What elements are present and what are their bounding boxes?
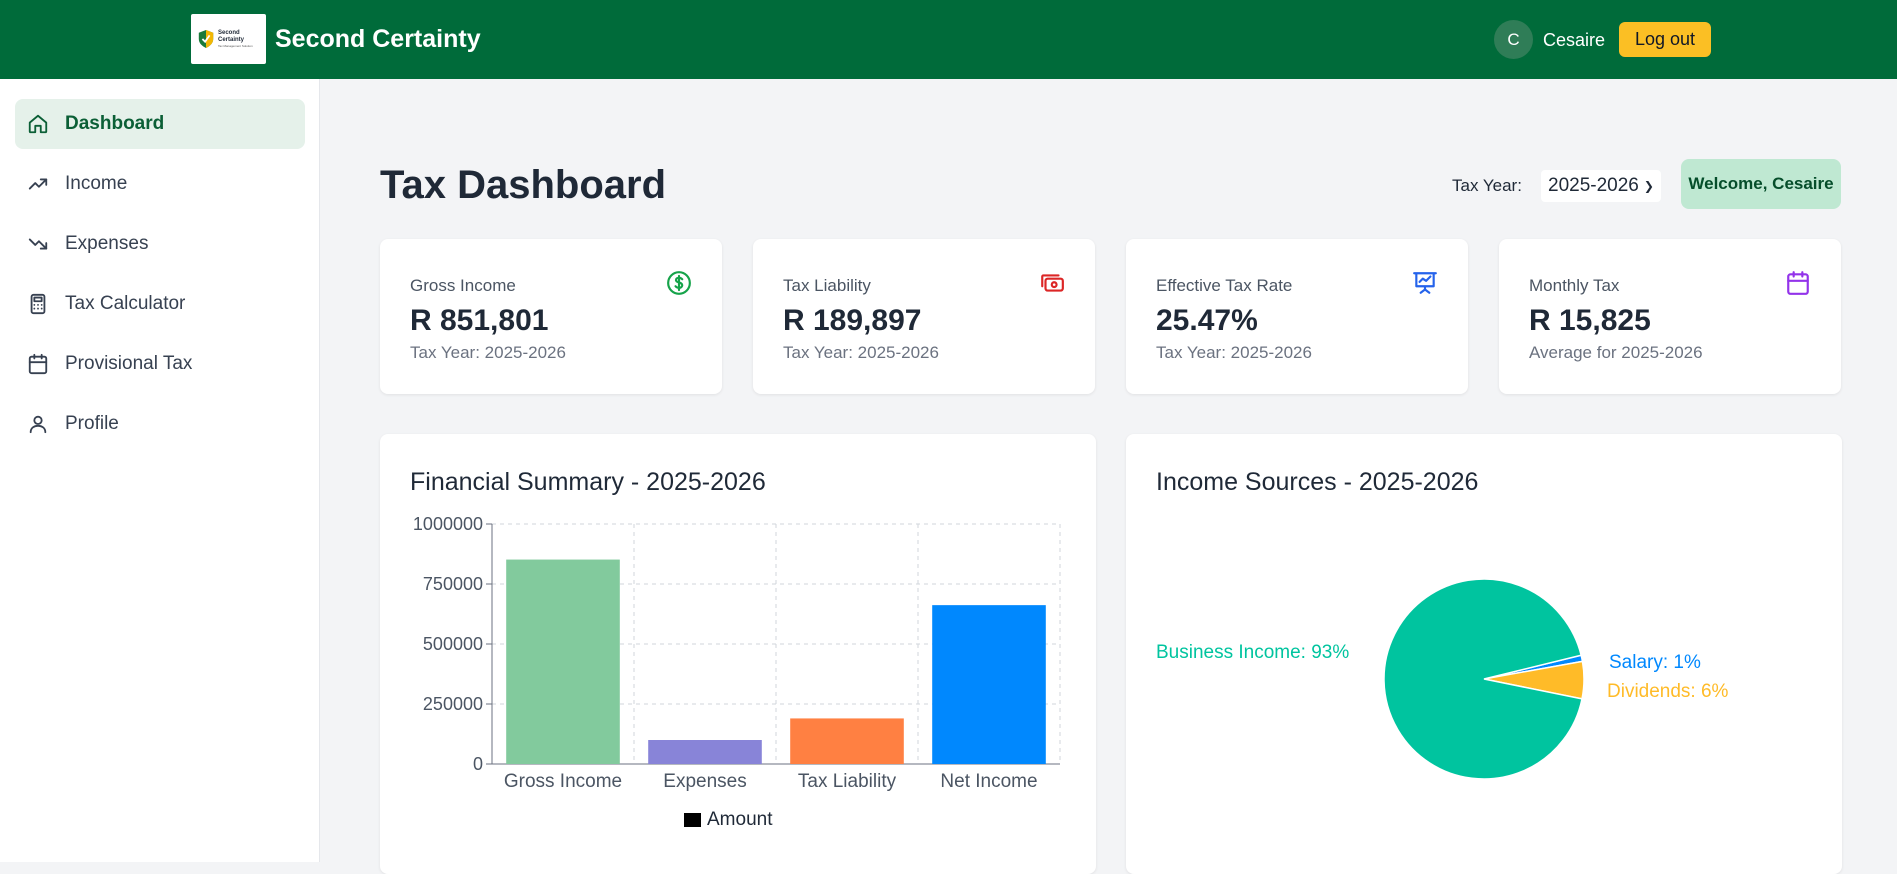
stat-value: 25.47% — [1156, 304, 1258, 337]
dollar-circle-icon — [667, 271, 691, 295]
tax-year-label: Tax Year: — [1452, 176, 1522, 195]
sidebar-item-label: Provisional Tax — [65, 353, 193, 374]
legend-swatch — [684, 813, 701, 827]
tax-year-value: 2025-2026 — [1548, 175, 1639, 196]
stat-subtitle: Tax Year: 2025-2026 — [783, 343, 939, 362]
stat-value: R 189,897 — [783, 304, 922, 337]
y-tick-label: 0 — [473, 754, 483, 774]
bar[interactable] — [506, 559, 620, 764]
avatar[interactable]: C — [1494, 20, 1533, 59]
stat-card-monthly-tax: Monthly Tax R 15,825 Average for 2025-20… — [1499, 239, 1841, 394]
y-tick-label: 750000 — [423, 574, 483, 594]
sidebar-item-label: Dashboard — [65, 113, 165, 134]
sidebar-item-label: Tax Calculator — [65, 293, 186, 314]
calendar-icon — [1787, 271, 1809, 295]
y-tick-label: 500000 — [423, 634, 483, 654]
stat-card-gross-income: Gross Income R 851,801 Tax Year: 2025-20… — [380, 239, 722, 394]
legend-label[interactable]: Amount — [707, 809, 773, 830]
chevron-down-icon: ❯ — [1643, 179, 1654, 193]
app-logo[interactable]: Second Certainty Tax Management Solution — [191, 14, 266, 64]
sidebar: Dashboard Income Expenses Tax Calculator… — [0, 79, 320, 862]
tax-year-select[interactable]: 2025-2026 ❯ — [1541, 170, 1661, 202]
shield-logo-icon — [198, 30, 214, 48]
sidebar-item-profile[interactable]: Profile — [15, 399, 305, 449]
financial-summary-card: Financial Summary - 2025-2026 0 250000 500… — [380, 434, 1096, 874]
top-navbar: Second Certainty Tax Management Solution… — [0, 0, 1897, 79]
calendar-icon — [28, 353, 48, 375]
stat-card-effective-tax-rate: Effective Tax Rate 25.47% Tax Year: 2025… — [1126, 239, 1468, 394]
trending-down-icon — [28, 238, 48, 250]
stat-value: R 15,825 — [1529, 304, 1651, 337]
logo-line1: Second — [218, 30, 240, 36]
stat-label: Monthly Tax — [1529, 276, 1620, 295]
y-tick-label: 250000 — [423, 694, 483, 714]
pie-label: Salary: 1% — [1609, 652, 1701, 673]
logo-line2: Certainty — [218, 37, 245, 43]
welcome-badge: Welcome, Cesaire — [1681, 159, 1841, 209]
sidebar-item-provisional-tax[interactable]: Provisional Tax — [15, 339, 305, 389]
bar[interactable] — [648, 740, 762, 764]
money-icon — [1041, 274, 1064, 292]
user-icon — [29, 415, 47, 434]
stat-label: Effective Tax Rate — [1156, 276, 1293, 295]
brand-name[interactable]: Second Certainty — [275, 25, 481, 54]
bar[interactable] — [790, 718, 904, 764]
x-tick-label: Net Income — [940, 771, 1037, 792]
sidebar-item-label: Expenses — [65, 233, 149, 254]
financial-summary-bar-chart: 0 250000 500000 750000 1000000 Gross Income Ex… — [413, 514, 1061, 830]
sidebar-item-tax-calculator[interactable]: Tax Calculator — [15, 279, 305, 329]
bar[interactable] — [932, 605, 1046, 764]
stat-card-tax-liability: Tax Liability R 189,897 Tax Year: 2025-2… — [753, 239, 1095, 394]
sidebar-item-income[interactable]: Income — [15, 159, 305, 209]
pie-label: Dividends: 6% — [1607, 681, 1729, 702]
x-tick-label: Gross Income — [504, 771, 622, 792]
username: Cesaire — [1543, 30, 1606, 50]
stat-subtitle: Average for 2025-2026 — [1529, 343, 1703, 362]
pie-label: Business Income: 93% — [1156, 642, 1349, 663]
presentation-chart-icon — [1413, 272, 1437, 294]
home-icon — [28, 114, 48, 134]
logo-text: Second Certainty Tax Management Solution — [218, 30, 253, 48]
stat-label: Gross Income — [410, 276, 516, 295]
x-tick-label: Expenses — [663, 771, 746, 792]
stat-subtitle: Tax Year: 2025-2026 — [410, 343, 566, 362]
sidebar-item-dashboard[interactable]: Dashboard — [15, 99, 305, 149]
x-tick-label: Tax Liability — [798, 771, 897, 792]
income-sources-pie-chart: Business Income: 93% Salary: 1% Dividends:… — [1156, 578, 1729, 780]
stat-subtitle: Tax Year: 2025-2026 — [1156, 343, 1312, 362]
y-tick-label: 1000000 — [413, 514, 483, 534]
income-sources-card: Income Sources - 2025-2026 Business Inco… — [1126, 434, 1842, 874]
logout-button[interactable]: Log out — [1619, 22, 1711, 57]
sidebar-item-label: Income — [65, 173, 128, 194]
sidebar-item-expenses[interactable]: Expenses — [15, 219, 305, 269]
stat-label: Tax Liability — [783, 276, 871, 295]
logo-tagline: Tax Management Solution — [218, 44, 253, 48]
sidebar-item-label: Profile — [65, 413, 119, 434]
stat-value: R 851,801 — [410, 304, 549, 337]
calculator-icon — [30, 293, 46, 315]
page-title: Tax Dashboard — [380, 163, 666, 207]
trending-up-icon — [28, 178, 48, 190]
